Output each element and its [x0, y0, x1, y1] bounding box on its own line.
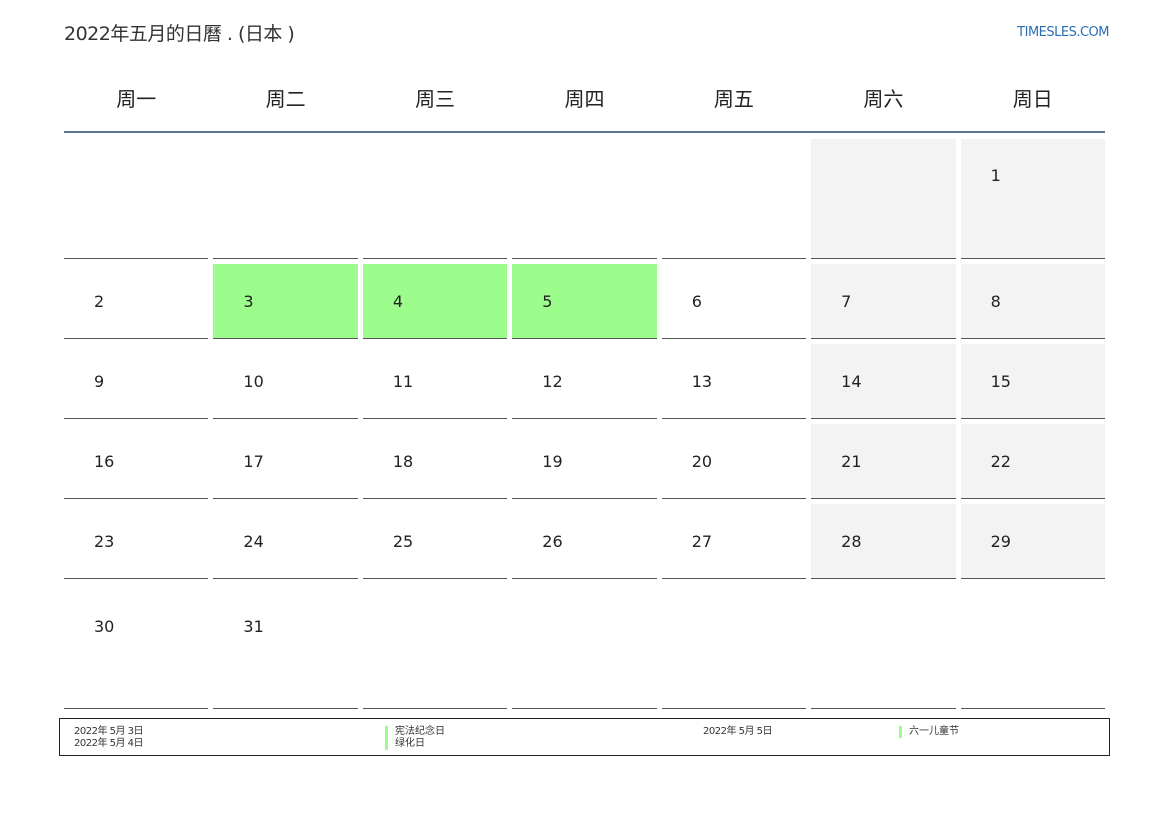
day-number: 5 [542, 292, 553, 311]
holiday-date: 2022年 5月 3日 [74, 726, 144, 737]
day-cell[interactable]: 7 [811, 264, 956, 339]
day-cell[interactable]: 28 [811, 504, 956, 579]
day-cell[interactable]: 2 [64, 264, 209, 339]
day-cell[interactable]: 20 [661, 424, 807, 499]
empty-day-cell [362, 584, 508, 709]
day-cell[interactable]: 18 [362, 424, 508, 499]
holiday-legend: 2022年 5月 3日 2022年 5月 4日 宪法纪念日 绿化日 2022年 … [59, 718, 1110, 756]
weekday-monday: 周一 [116, 87, 157, 111]
day-cell[interactable]: 31 [213, 584, 358, 709]
day-cell[interactable]: 26 [512, 504, 657, 579]
day-number: 18 [392, 452, 414, 471]
day-cell[interactable]: 10 [213, 344, 358, 419]
day-number: 28 [841, 532, 862, 551]
weekday-saturday: 周六 [863, 87, 904, 111]
day-cell[interactable]: 19 [512, 424, 657, 499]
calendar-week-row: 9 10 11 12 13 14 15 [64, 344, 1105, 419]
day-cell[interactable]: 5 [512, 264, 657, 339]
calendar-week-row: 1 [64, 139, 1105, 259]
weekday-wednesday: 周三 [415, 87, 456, 111]
calendar-week-row: 23 24 25 26 27 28 29 [64, 504, 1105, 579]
day-cell[interactable]: 4 [362, 264, 508, 339]
day-number: 13 [691, 372, 713, 391]
day-cell[interactable]: 9 [64, 344, 209, 419]
day-cell[interactable]: 29 [960, 504, 1105, 579]
day-cell[interactable]: 27 [661, 504, 807, 579]
weekday-friday: 周五 [713, 87, 754, 111]
day-number: 16 [94, 452, 115, 471]
day-number: 1 [990, 166, 1001, 185]
day-number: 20 [691, 452, 713, 471]
weekday-header: 周一 周二 周三 周四 周五 周六 周日 [64, 78, 1105, 133]
day-number: 10 [243, 372, 264, 391]
day-number: 14 [841, 372, 862, 391]
day-number: 4 [392, 292, 404, 311]
empty-day-cell [960, 584, 1105, 709]
calendar-title: 2022年五月的日曆 . (日本 ) [64, 23, 295, 45]
empty-day-cell [512, 584, 657, 709]
day-number: 12 [542, 372, 563, 391]
day-cell[interactable]: 30 [64, 584, 209, 709]
day-number: 2 [94, 292, 105, 311]
calendar-week-row: 2 3 4 5 6 7 8 [64, 264, 1105, 339]
day-cell[interactable]: 13 [661, 344, 807, 419]
site-link[interactable]: TIMESLES.COM [1017, 25, 1109, 40]
empty-day-cell [512, 139, 657, 259]
day-cell[interactable]: 22 [960, 424, 1105, 499]
day-number: 29 [990, 532, 1011, 551]
calendar-week-row: 16 17 18 19 20 21 22 [64, 424, 1105, 499]
day-number: 30 [94, 617, 115, 636]
day-cell[interactable]: 25 [362, 504, 508, 579]
empty-day-cell [213, 139, 358, 259]
day-number: 17 [243, 452, 264, 471]
holiday-name: 绿化日 [385, 738, 425, 750]
calendar-week-row: 30 31 [64, 584, 1105, 709]
day-cell[interactable]: 15 [960, 344, 1105, 419]
day-cell[interactable]: 1 [960, 139, 1105, 259]
day-cell[interactable]: 17 [213, 424, 358, 499]
holiday-name: 六一儿童节 [899, 726, 959, 738]
weekday-thursday: 周四 [564, 87, 605, 111]
day-cell[interactable]: 21 [811, 424, 956, 499]
day-number: 15 [990, 372, 1011, 391]
day-number: 23 [94, 532, 115, 551]
day-number: 25 [392, 532, 414, 551]
empty-day-cell [811, 139, 956, 259]
day-number: 19 [542, 452, 563, 471]
weekday-tuesday: 周二 [265, 87, 306, 111]
day-number: 9 [94, 372, 105, 391]
empty-day-cell [811, 584, 956, 709]
day-number: 26 [542, 532, 563, 551]
holiday-date: 2022年 5月 5日 [703, 726, 773, 737]
calendar-grid: 1 2 3 4 5 6 7 8 9 10 11 12 13 14 15 16 17 18 19 20 21 22 23 24 2… [64, 139, 1105, 709]
day-number: 24 [243, 532, 264, 551]
month-calendar: 周一 周二 周三 周四 周五 周六 周日 1 2 3 4 5 6 7 8 9 10 11 12 13 14… [64, 78, 1105, 714]
day-number: 21 [841, 452, 862, 471]
day-cell[interactable]: 6 [661, 264, 807, 339]
holiday-name: 宪法纪念日 [385, 726, 445, 738]
day-cell[interactable]: 14 [811, 344, 956, 419]
empty-day-cell [362, 139, 508, 259]
day-number: 3 [243, 292, 254, 311]
empty-day-cell [64, 139, 209, 259]
day-number: 6 [691, 292, 702, 311]
weekday-sunday: 周日 [1012, 87, 1053, 111]
day-cell[interactable]: 3 [213, 264, 358, 339]
day-number: 11 [392, 372, 414, 391]
day-cell[interactable]: 23 [64, 504, 209, 579]
day-cell[interactable]: 24 [213, 504, 358, 579]
day-cell[interactable]: 16 [64, 424, 209, 499]
day-cell[interactable]: 8 [960, 264, 1105, 339]
day-number: 31 [243, 617, 264, 636]
empty-day-cell [661, 139, 807, 259]
day-cell[interactable]: 11 [362, 344, 508, 419]
day-cell[interactable]: 12 [512, 344, 657, 419]
day-number: 27 [691, 532, 713, 551]
day-number: 8 [990, 292, 1001, 311]
day-number: 22 [990, 452, 1011, 471]
day-number: 7 [841, 292, 852, 311]
holiday-date: 2022年 5月 4日 [74, 738, 144, 749]
empty-day-cell [661, 584, 807, 709]
